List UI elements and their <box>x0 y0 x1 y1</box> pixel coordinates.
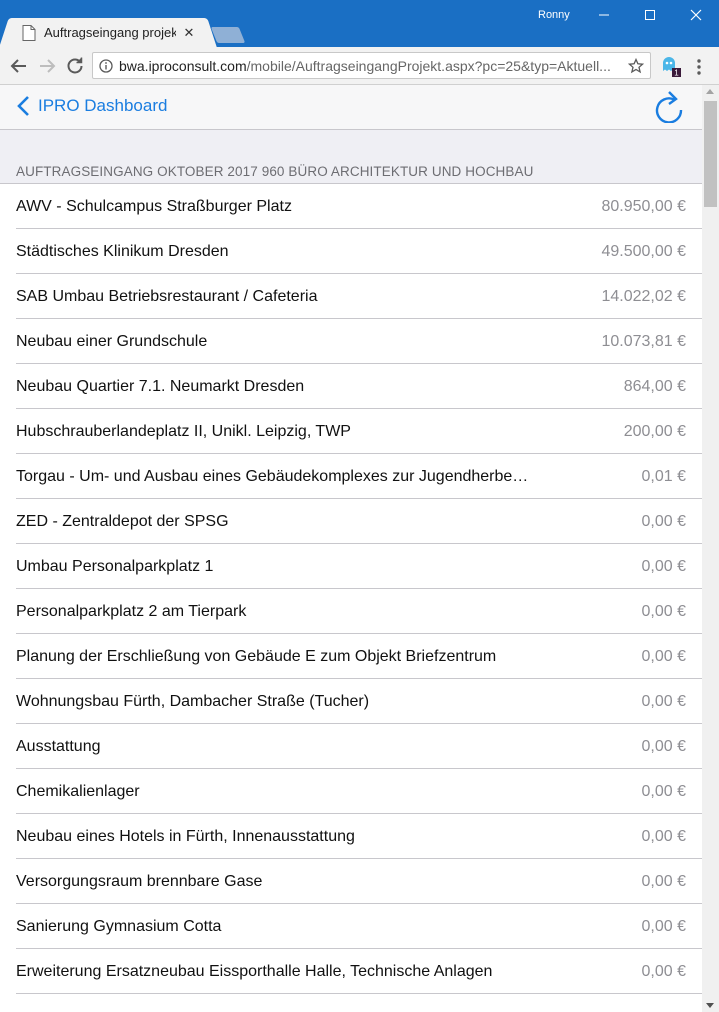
list-item[interactable]: Planung der Erschließung von Gebäude E z… <box>0 634 702 679</box>
back-link-label: IPRO Dashboard <box>38 96 168 115</box>
browser-window: Auftragseingang projekte ✕ Ronny bwa.ipr… <box>0 0 719 1012</box>
list-item[interactable]: Chemikalienlager 0,00 € <box>0 769 702 814</box>
project-amount: 0,00 € <box>641 512 686 530</box>
project-name: Sanierung Gymnasium Cotta <box>16 917 222 935</box>
project-name: Personalparkplatz 2 am Tierpark <box>16 602 247 620</box>
tab-title: Auftragseingang projekte <box>44 25 176 40</box>
project-amount: 14.022,02 € <box>601 287 686 305</box>
profile-name[interactable]: Ronny <box>538 9 570 21</box>
close-window-icon[interactable] <box>686 5 706 25</box>
list-item[interactable]: Städtisches Klinikum Dresden 49.500,00 € <box>0 229 702 274</box>
section-header: AUFTRAGSEINGANG OKTOBER 2017 960 BÜRO AR… <box>0 160 702 184</box>
bookmark-star-icon[interactable] <box>627 57 645 74</box>
extension-ghost-icon[interactable]: 1 <box>660 55 682 78</box>
info-icon[interactable] <box>99 58 113 73</box>
browser-toolbar: bwa.iproconsult.com/mobile/Auftragseinga… <box>0 47 719 85</box>
list-item[interactable]: Torgau - Um- und Ausbau eines Gebäudekom… <box>0 454 702 499</box>
list-item[interactable]: Neubau eines Hotels in Fürth, Innenausst… <box>0 814 702 859</box>
project-name: Städtisches Klinikum Dresden <box>16 242 229 260</box>
chevron-left-icon <box>16 95 30 117</box>
url-host: bwa.iproconsult.com <box>119 57 247 74</box>
address-bar[interactable]: bwa.iproconsult.com/mobile/Auftragseinga… <box>92 52 651 79</box>
project-name: Neubau eines Hotels in Fürth, Innenausst… <box>16 827 355 845</box>
project-amount: 0,00 € <box>641 737 686 755</box>
new-tab-button[interactable] <box>210 27 246 43</box>
project-amount: 864,00 € <box>623 377 686 395</box>
project-name: Ausstattung <box>16 737 101 755</box>
scroll-thumb[interactable] <box>704 101 717 207</box>
list-item[interactable]: Neubau einer Grundschule 10.073,81 € <box>0 319 702 364</box>
project-amount: 10.073,81 € <box>601 332 686 350</box>
project-name: Umbau Personalparkplatz 1 <box>16 557 214 575</box>
page-favicon-icon <box>22 24 36 41</box>
project-amount: 0,00 € <box>641 782 686 800</box>
project-amount: 0,00 € <box>641 647 686 665</box>
list-item[interactable]: Personalparkplatz 2 am Tierpark 0,00 € <box>0 589 702 634</box>
maximize-icon[interactable] <box>640 5 660 25</box>
section-spacer <box>0 130 702 160</box>
list-item[interactable]: AWV - Schulcampus Straßburger Platz 80.95… <box>0 184 702 229</box>
project-name: Wohnungsbau Fürth, Dambacher Straße (Tuc… <box>16 692 370 710</box>
list-item[interactable]: Versorgungsraum brennbare Gase 0,00 € <box>0 859 702 904</box>
list-item[interactable]: Erweiterung Ersatzneubau Eissporthalle H… <box>0 949 702 994</box>
project-amount: 0,00 € <box>641 557 686 575</box>
back-arrow-icon[interactable] <box>9 56 29 76</box>
project-name: ZED - Zentraldepot der SPSG <box>16 512 229 530</box>
project-name: Torgau - Um- und Ausbau eines Gebäudekom… <box>16 467 529 485</box>
project-name: SAB Umbau Betriebsrestaurant / Cafeteria <box>16 287 318 305</box>
project-name: Neubau Quartier 7.1. Neumarkt Dresden <box>16 377 305 395</box>
app-navbar: IPRO Dashboard <box>0 85 702 130</box>
project-name: Versorgungsraum brennbare Gase <box>16 872 263 890</box>
project-amount: 0,00 € <box>641 692 686 710</box>
list-item[interactable]: Wohnungsbau Fürth, Dambacher Straße (Tuc… <box>0 679 702 724</box>
reload-icon[interactable] <box>65 56 85 76</box>
list-item[interactable]: Hubschrauberlandeplatz II, Unikl. Leipzi… <box>0 409 702 454</box>
project-amount: 0,00 € <box>641 827 686 845</box>
project-name: Erweiterung Ersatzneubau Eissporthalle H… <box>16 962 493 980</box>
forward-arrow-icon[interactable] <box>37 56 57 76</box>
browser-tab[interactable]: Auftragseingang projekte ✕ <box>10 18 206 47</box>
project-name: Neubau einer Grundschule <box>16 332 208 350</box>
project-amount: 49.500,00 € <box>601 242 686 260</box>
list-item[interactable]: ZED - Zentraldepot der SPSG 0,00 € <box>0 499 702 544</box>
url-path: /mobile/AuftragseingangProjekt.aspx?pc=2… <box>246 57 611 74</box>
list-item[interactable]: Neubau Quartier 7.1. Neumarkt Dresden 864… <box>0 364 702 409</box>
project-amount: 0,00 € <box>641 872 686 890</box>
project-amount: 80.950,00 € <box>601 197 686 215</box>
project-name: AWV - Schulcampus Straßburger Platz <box>16 197 292 215</box>
vertical-scrollbar[interactable] <box>702 85 719 1012</box>
menu-dots-icon[interactable] <box>694 58 704 76</box>
tab-close-icon[interactable]: ✕ <box>182 25 196 41</box>
refresh-icon[interactable] <box>654 91 684 124</box>
project-amount: 0,00 € <box>641 602 686 620</box>
scroll-up-icon[interactable] <box>706 89 714 94</box>
scroll-down-icon[interactable] <box>706 1003 714 1008</box>
title-bar: Auftragseingang projekte ✕ Ronny <box>0 0 719 47</box>
project-name: Planung der Erschließung von Gebäude E z… <box>16 647 497 665</box>
url-text[interactable]: bwa.iproconsult.com/mobile/Auftragseinga… <box>119 58 634 74</box>
project-amount: 200,00 € <box>623 422 686 440</box>
project-name: Hubschrauberlandeplatz II, Unikl. Leipzi… <box>16 422 351 440</box>
project-list: AWV - Schulcampus Straßburger Platz 80.95… <box>0 184 702 994</box>
extension-badge: 1 <box>674 69 679 78</box>
project-name: Chemikalienlager <box>16 782 140 800</box>
list-item[interactable]: Sanierung Gymnasium Cotta 0,00 € <box>0 904 702 949</box>
page-content: IPRO Dashboard AUFTRAGSEINGANG OKTOBER 2… <box>0 85 702 1012</box>
project-amount: 0,01 € <box>641 467 686 485</box>
dashboard-back-link[interactable]: IPRO Dashboard <box>16 95 167 117</box>
list-item[interactable]: SAB Umbau Betriebsrestaurant / Cafeteria… <box>0 274 702 319</box>
list-item[interactable]: Ausstattung 0,00 € <box>0 724 702 769</box>
project-amount: 0,00 € <box>641 962 686 980</box>
minimize-icon[interactable] <box>594 5 614 25</box>
list-item[interactable]: Umbau Personalparkplatz 1 0,00 € <box>0 544 702 589</box>
project-amount: 0,00 € <box>641 917 686 935</box>
